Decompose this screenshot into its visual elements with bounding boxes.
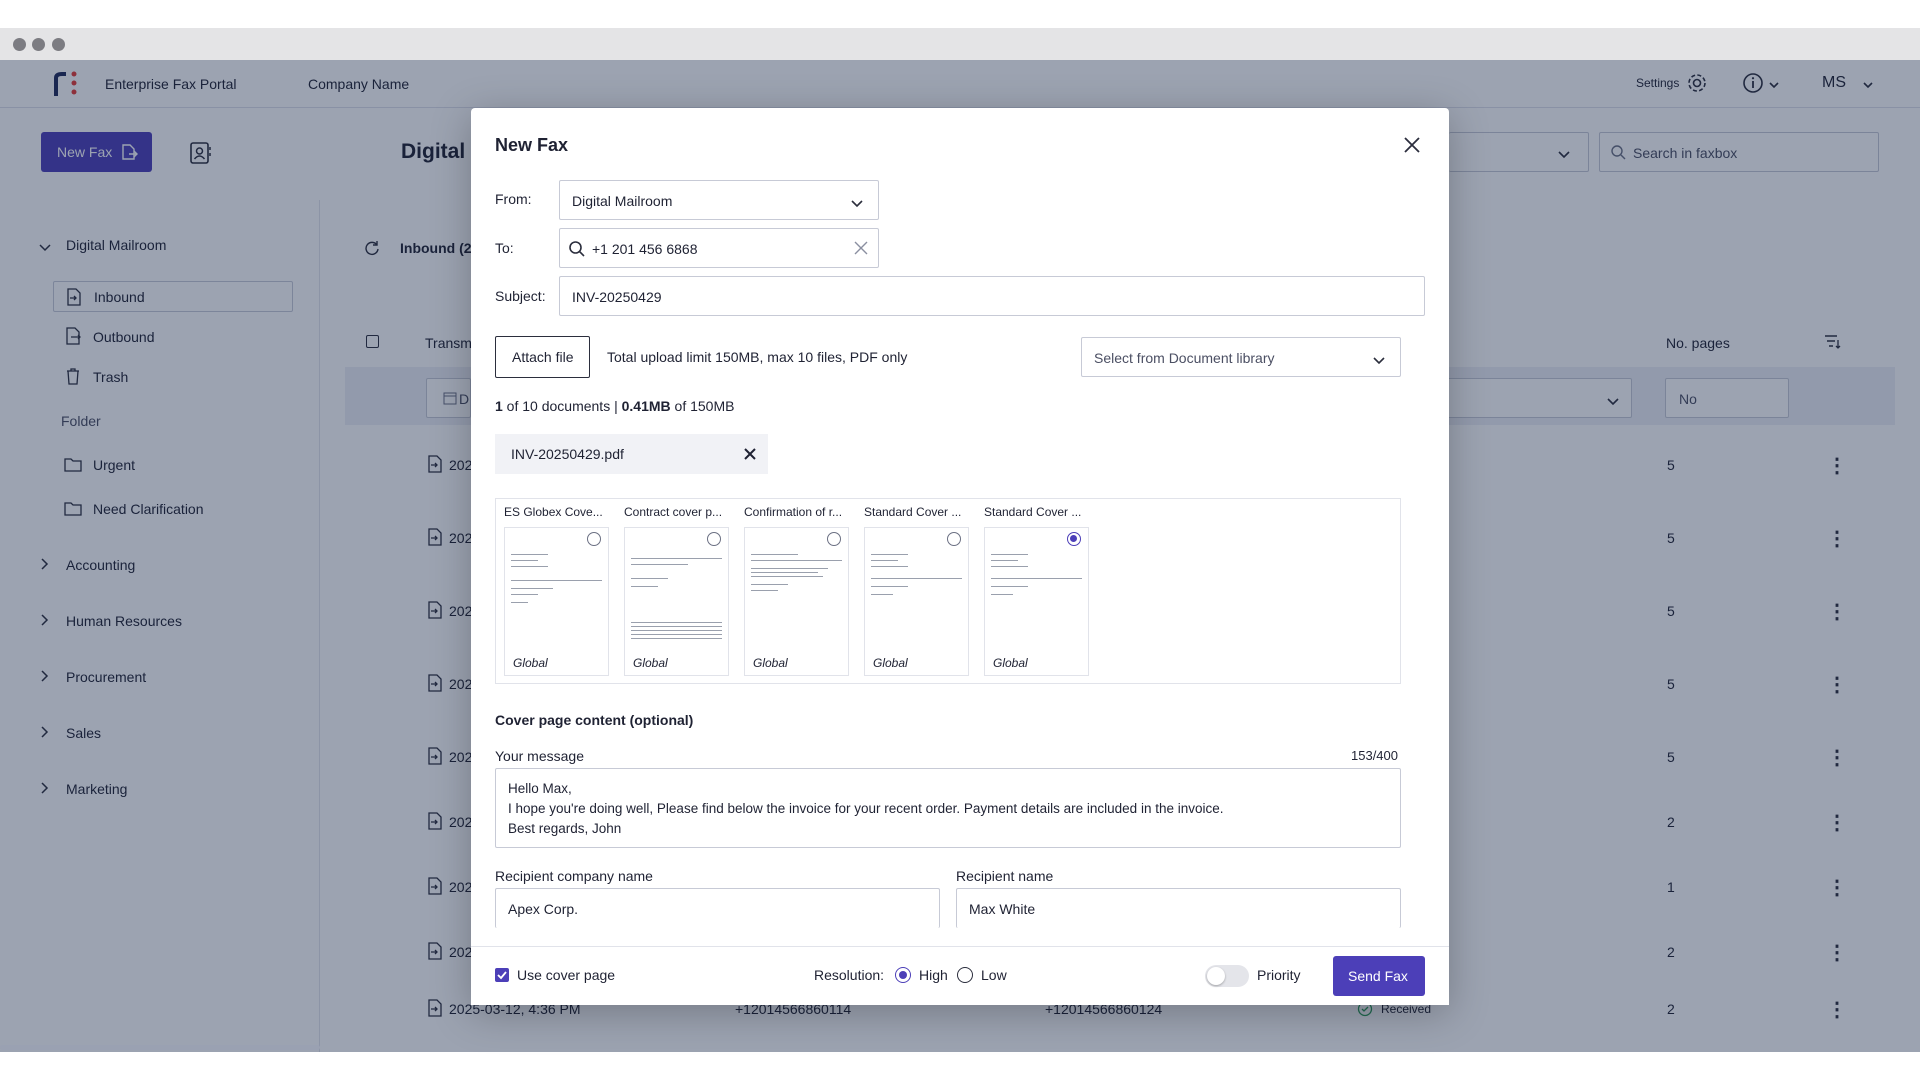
message-line: I hope you're doing well, Please find be… <box>508 801 1224 816</box>
cover-radio[interactable] <box>827 532 841 546</box>
from-select[interactable]: Digital Mailroom <box>559 180 879 220</box>
resolution-high-label[interactable]: High <box>919 967 948 983</box>
subject-input[interactable]: INV-20250429 <box>559 276 1425 316</box>
attach-file-label: Attach file <box>512 349 574 365</box>
company-value: Apex Corp. <box>508 901 579 917</box>
recipient-input[interactable]: Max White <box>956 888 1401 928</box>
dialog-footer: Use cover page Resolution: High Low Prio… <box>471 946 1449 1005</box>
window-close-dot[interactable] <box>13 38 26 51</box>
send-fax-label: Send Fax <box>1348 968 1408 984</box>
documents-count: 1 <box>495 398 503 414</box>
attach-file-button[interactable]: Attach file <box>495 336 590 378</box>
recipient-value: Max White <box>969 901 1036 917</box>
cover-tag: Global <box>873 656 908 670</box>
cover-title: Standard Cover ... <box>984 505 1082 519</box>
cover-title: Standard Cover ... <box>864 505 962 519</box>
cover-template-card[interactable]: Confirmation of r... Global <box>744 505 854 680</box>
cover-tag: Global <box>633 656 668 670</box>
cover-tag: Global <box>993 656 1028 670</box>
documents-size: 0.41MB <box>621 398 671 414</box>
recipient-label: Recipient name <box>956 868 1054 884</box>
cover-thumbnail: Global <box>504 527 609 676</box>
document-library-select[interactable]: Select from Document library <box>1081 337 1401 377</box>
chevron-down-icon <box>1372 353 1386 369</box>
clear-icon[interactable] <box>854 241 868 258</box>
to-label: To: <box>495 240 514 256</box>
resolution-low-label[interactable]: Low <box>981 967 1007 983</box>
cover-title: ES Globex Cove... <box>504 505 603 519</box>
cover-radio-selected[interactable] <box>1067 532 1081 546</box>
cover-page-gallery: ES Globex Cove... Global Contract cover … <box>495 498 1401 684</box>
company-label: Recipient company name <box>495 868 653 884</box>
message-line: Hello Max, <box>508 781 572 796</box>
message-line: Best regards, John <box>508 821 622 836</box>
cover-radio[interactable] <box>587 532 601 546</box>
to-value: +1 201 456 6868 <box>592 241 698 257</box>
cover-template-card[interactable]: Standard Cover ... Global <box>864 505 974 680</box>
cover-radio[interactable] <box>947 532 961 546</box>
subject-value: INV-20250429 <box>572 289 662 305</box>
sidebar-scrollbar[interactable] <box>0 1045 320 1050</box>
window-maximize-dot[interactable] <box>52 38 65 51</box>
library-placeholder: Select from Document library <box>1094 350 1275 366</box>
message-counter: 153/400 <box>1351 748 1398 763</box>
from-label: From: <box>495 191 532 207</box>
send-fax-button[interactable]: Send Fax <box>1333 956 1425 996</box>
message-label: Your message <box>495 748 584 764</box>
documents-summary: 1 of 10 documents | 0.41MB of 150MB <box>495 398 734 414</box>
cover-thumbnail: Global <box>624 527 729 676</box>
priority-toggle[interactable] <box>1205 965 1249 987</box>
from-value: Digital Mailroom <box>572 193 673 209</box>
cover-title: Confirmation of r... <box>744 505 843 519</box>
remove-file-icon[interactable] <box>743 447 757 464</box>
to-field[interactable]: +1 201 456 6868 <box>559 228 879 268</box>
cover-radio-dot <box>1070 535 1077 542</box>
radio-dot <box>899 971 907 979</box>
toggle-knob <box>1207 967 1225 985</box>
cover-thumbnail: Global <box>984 527 1089 676</box>
dialog-title: New Fax <box>495 135 569 155</box>
cover-template-card[interactable]: Standard Cover ... Global <box>984 505 1094 680</box>
cover-section-heading: Cover page content (optional) <box>495 712 694 728</box>
message-textarea[interactable]: Hello Max, I hope you're doing well, Ple… <box>495 768 1401 848</box>
resolution-low-radio[interactable] <box>957 967 973 983</box>
window-minimize-dot[interactable] <box>32 38 45 51</box>
subject-label: Subject: <box>495 288 546 304</box>
cover-template-card[interactable]: ES Globex Cove... Global <box>504 505 614 680</box>
resolution-label: Resolution: <box>814 967 885 983</box>
upload-info: Total upload limit 150MB, max 10 files, … <box>607 349 908 365</box>
use-cover-checkbox[interactable] <box>495 968 509 982</box>
cover-tag: Global <box>753 656 788 670</box>
window-chrome <box>0 28 1920 60</box>
attached-file-name: INV-20250429.pdf <box>511 446 624 462</box>
cover-title: Contract cover p... <box>624 505 723 519</box>
documents-limit: of 150MB <box>670 398 735 414</box>
priority-label[interactable]: Priority <box>1257 967 1301 983</box>
close-icon[interactable] <box>1403 136 1421 157</box>
documents-of: of 10 documents | <box>502 398 622 414</box>
new-fax-dialog: New Fax From: Digital Mailroom To: +1 20… <box>471 108 1449 1005</box>
cover-radio[interactable] <box>707 532 721 546</box>
cover-thumbnail: Global <box>864 527 969 676</box>
cover-template-card[interactable]: Contract cover p... Global <box>624 505 734 680</box>
resolution-high-radio[interactable] <box>895 967 911 983</box>
use-cover-label[interactable]: Use cover page <box>517 967 615 983</box>
cover-thumbnail: Global <box>744 527 849 676</box>
attached-file-chip: INV-20250429.pdf <box>495 434 768 474</box>
company-input[interactable]: Apex Corp. <box>495 888 940 928</box>
search-icon <box>568 240 586 261</box>
chevron-down-icon <box>850 196 864 212</box>
cover-tag: Global <box>513 656 548 670</box>
